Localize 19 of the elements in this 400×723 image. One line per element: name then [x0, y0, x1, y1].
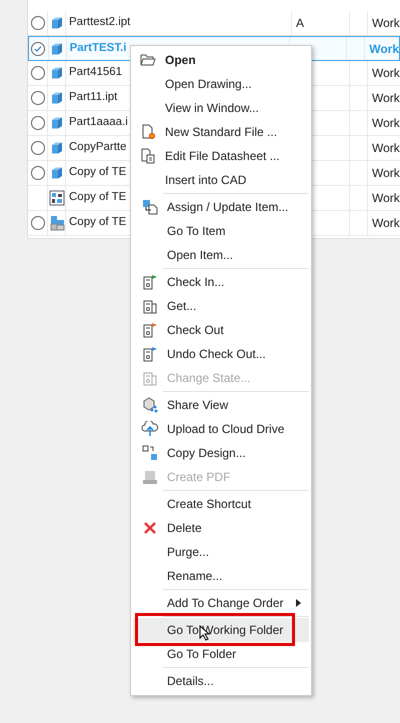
file-name-cell-text: CopyPartte: [69, 140, 127, 156]
state-cell: Work: [367, 161, 400, 185]
state-cell: Work: [367, 61, 400, 85]
state-cell: Work: [367, 111, 400, 135]
file-name-cell-text: Parttest2.ipt: [69, 15, 130, 30]
state-cell: Work: [364, 37, 399, 60]
state-cell: Work: [367, 86, 400, 110]
revision-cell-text: A: [296, 15, 304, 32]
state-cell: Work: [367, 186, 400, 210]
file-name-cell-text: Part41561: [69, 65, 122, 80]
state-cell: Work: [367, 211, 400, 235]
file-name-cell-text: PartTEST.i: [70, 40, 126, 56]
file-name-cell-text: Part1aaaa.i: [69, 115, 128, 130]
state-cell: Work: [367, 11, 400, 35]
file-name-cell-text: Copy of TE: [69, 190, 126, 206]
file-name-cell-text: Copy of TE: [69, 215, 126, 230]
file-name-cell-text: Copy of TE: [69, 165, 126, 180]
file-name-cell-text: Part11.ipt: [69, 90, 118, 106]
state-cell: Work: [367, 136, 400, 160]
